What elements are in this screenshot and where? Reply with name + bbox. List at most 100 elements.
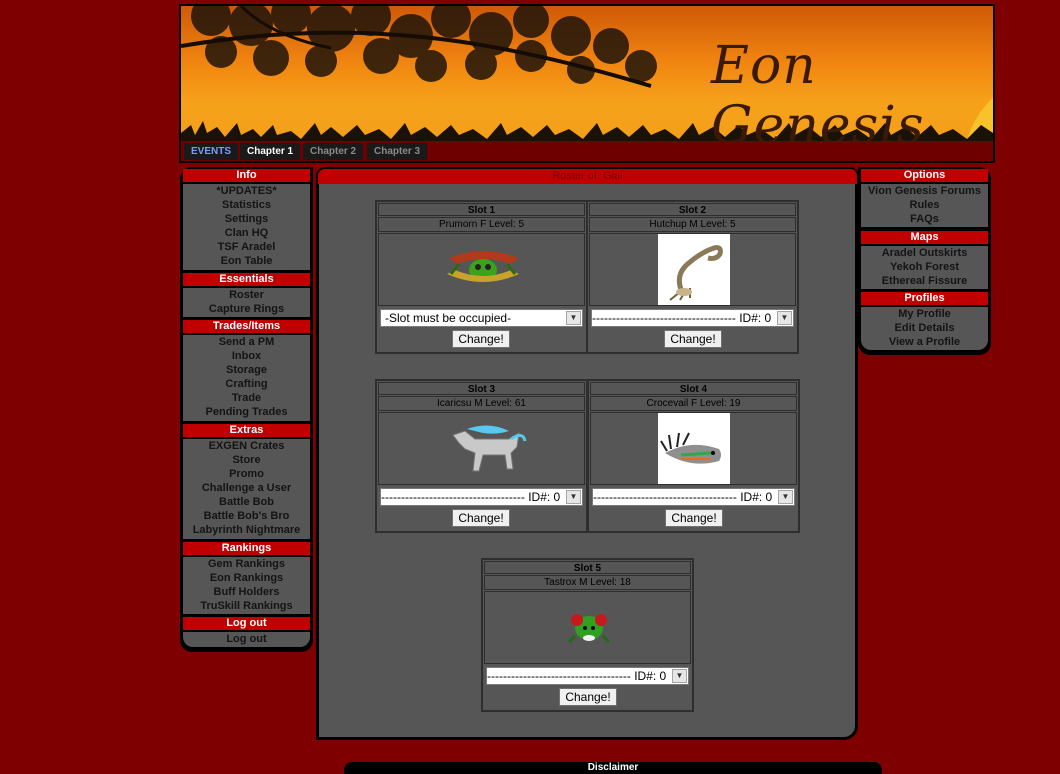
change-button[interactable]: Change! bbox=[664, 330, 722, 348]
maps-section: Aradel Outskirts Yekoh Forest Ethereal F… bbox=[861, 246, 988, 289]
sidebar-item-battle-bobs-bro[interactable]: Battle Bob's Bro bbox=[183, 509, 310, 523]
sidebar-item-roster[interactable]: Roster bbox=[183, 288, 310, 302]
sidebar-item-logout[interactable]: Log out bbox=[183, 632, 310, 646]
slot-title: Slot 4 bbox=[590, 382, 797, 395]
sidebar-item-send-pm[interactable]: Send a PM bbox=[183, 335, 310, 349]
change-button[interactable]: Change! bbox=[559, 688, 617, 706]
options-section-title: Options bbox=[861, 169, 988, 182]
change-button[interactable]: Change! bbox=[452, 509, 510, 527]
trades-section: Send a PM Inbox Storage Crafting Trade P… bbox=[183, 335, 310, 421]
sidebar-item-gem-rankings[interactable]: Gem Rankings bbox=[183, 557, 310, 571]
chevron-down-icon: ▼ bbox=[672, 669, 687, 683]
sidebar-item-forums[interactable]: Vion Genesis Forums bbox=[861, 184, 988, 198]
sidebar-item-my-profile[interactable]: My Profile bbox=[861, 307, 988, 321]
sidebar-item-rules[interactable]: Rules bbox=[861, 198, 988, 212]
slot-select[interactable]: ------------------------------------ ID#… bbox=[591, 309, 794, 327]
sidebar-item-promo[interactable]: Promo bbox=[183, 467, 310, 481]
disclaimer-heading: Disclaimer bbox=[344, 762, 882, 774]
scorpion-sprite bbox=[658, 234, 730, 305]
roster-slot-4: Slot 4 Crocevail F Level: 19 -----------… bbox=[587, 379, 800, 533]
sidebar-item-ethereal-fissure[interactable]: Ethereal Fissure bbox=[861, 274, 988, 288]
slot-select[interactable]: ------------------------------------ ID#… bbox=[380, 488, 583, 506]
sidebar-item-pending-trades[interactable]: Pending Trades bbox=[183, 405, 310, 419]
tab-events[interactable]: EVENTS bbox=[184, 143, 239, 160]
sidebar-item-edit-details[interactable]: Edit Details bbox=[861, 321, 988, 335]
sidebar-item-challenge-user[interactable]: Challenge a User bbox=[183, 481, 310, 495]
extras-section-title: Extras bbox=[183, 424, 310, 437]
sidebar-item-exgen-crates[interactable]: EXGEN Crates bbox=[183, 439, 310, 453]
sidebar-item-truskill-rankings[interactable]: TruSkill Rankings bbox=[183, 599, 310, 613]
slot-image bbox=[484, 591, 691, 664]
tab-chapter-3[interactable]: Chapter 3 bbox=[367, 143, 428, 160]
sidebar-item-tsf-aradel[interactable]: TSF Aradel bbox=[183, 240, 310, 254]
options-section: Vion Genesis Forums Rules FAQs bbox=[861, 184, 988, 227]
logout-section: Log out bbox=[183, 632, 310, 647]
slot-info: Tastrox M Level: 18 bbox=[484, 575, 691, 590]
green-crab-sprite bbox=[447, 251, 519, 282]
sidebar-item-aradel-outskirts[interactable]: Aradel Outskirts bbox=[861, 246, 988, 260]
left-sidebar: Info *UPDATES* Statistics Settings Clan … bbox=[180, 167, 313, 652]
slot-select[interactable]: ------------------------------------ ID#… bbox=[592, 488, 795, 506]
rankings-section-title: Rankings bbox=[183, 542, 310, 555]
sidebar-item-clan-hq[interactable]: Clan HQ bbox=[183, 226, 310, 240]
roster-slot-2: Slot 2 Hutchup M Level: 5 --------------… bbox=[586, 200, 799, 354]
slot-title: Slot 1 bbox=[378, 203, 585, 216]
roster-panel: Slot 1 Prumorn F Level: 5 -Slot must be … bbox=[316, 184, 858, 740]
chevron-down-icon: ▼ bbox=[566, 311, 581, 325]
chapter-bar: EVENTS Chapter 1 Chapter 2 Chapter 3 bbox=[179, 141, 995, 163]
slot-title: Slot 3 bbox=[378, 382, 585, 395]
slot-select[interactable]: ------------------------------------ ID#… bbox=[486, 667, 689, 685]
profiles-section: My Profile Edit Details View a Profile bbox=[861, 307, 988, 350]
slot-info: Crocevail F Level: 19 bbox=[590, 396, 797, 411]
slot-select[interactable]: -Slot must be occupied- ▼ bbox=[380, 309, 583, 327]
sidebar-item-eon-table[interactable]: Eon Table bbox=[183, 254, 310, 268]
slot-select-value: -Slot must be occupied- bbox=[385, 311, 512, 325]
slot-image bbox=[590, 412, 797, 485]
site-logo[interactable]: Eon Genesis bbox=[711, 36, 993, 143]
green-bug-sprite bbox=[567, 614, 611, 644]
sidebar-item-updates[interactable]: *UPDATES* bbox=[183, 184, 310, 198]
sidebar-item-faqs[interactable]: FAQs bbox=[861, 212, 988, 226]
sidebar-item-storage[interactable]: Storage bbox=[183, 363, 310, 377]
sidebar-item-battle-bob[interactable]: Battle Bob bbox=[183, 495, 310, 509]
change-button[interactable]: Change! bbox=[665, 509, 723, 527]
tab-chapter-1[interactable]: Chapter 1 bbox=[240, 143, 301, 160]
info-section: *UPDATES* Statistics Settings Clan HQ TS… bbox=[183, 184, 310, 270]
sidebar-item-crafting[interactable]: Crafting bbox=[183, 377, 310, 391]
roster-slot-5: Slot 5 Tastrox M Level: 18 -------------… bbox=[481, 558, 694, 712]
info-section-title: Info bbox=[183, 169, 310, 182]
roster-slot-1: Slot 1 Prumorn F Level: 5 -Slot must be … bbox=[375, 200, 588, 354]
change-button[interactable]: Change! bbox=[452, 330, 510, 348]
sidebar-item-settings[interactable]: Settings bbox=[183, 212, 310, 226]
chevron-down-icon: ▼ bbox=[777, 311, 792, 325]
sidebar-item-capture-rings[interactable]: Capture Rings bbox=[183, 302, 310, 316]
sidebar-item-buff-holders[interactable]: Buff Holders bbox=[183, 585, 310, 599]
slot-info: Hutchup M Level: 5 bbox=[589, 217, 796, 232]
right-sidebar: Options Vion Genesis Forums Rules FAQs M… bbox=[858, 167, 991, 355]
sidebar-item-inbox[interactable]: Inbox bbox=[183, 349, 310, 363]
slot-select-value: ------------------------------------ ID#… bbox=[487, 669, 667, 683]
slot-select-value: ------------------------------------ ID#… bbox=[592, 311, 772, 325]
slot-title: Slot 2 bbox=[589, 203, 796, 216]
sidebar-item-view-profile[interactable]: View a Profile bbox=[861, 335, 988, 349]
slot-image bbox=[378, 412, 585, 485]
site-banner: Eon Genesis bbox=[179, 4, 995, 143]
chevron-down-icon: ▼ bbox=[566, 490, 581, 504]
trades-section-title: Trades/Items bbox=[183, 320, 310, 333]
profiles-section-title: Profiles bbox=[861, 292, 988, 305]
rankings-section: Gem Rankings Eon Rankings Buff Holders T… bbox=[183, 557, 310, 614]
tab-chapter-2[interactable]: Chapter 2 bbox=[303, 143, 364, 160]
sidebar-item-store[interactable]: Store bbox=[183, 453, 310, 467]
slot-select-value: ------------------------------------ ID#… bbox=[381, 490, 561, 504]
fish-sprite bbox=[658, 413, 730, 484]
roster-slot-3: Slot 3 Icaricsu M Level: 61 ------------… bbox=[375, 379, 588, 533]
sidebar-item-labyrinth-nightmare[interactable]: Labyrinth Nightmare bbox=[183, 523, 310, 537]
sidebar-item-yekoh-forest[interactable]: Yekoh Forest bbox=[861, 260, 988, 274]
logout-section-title: Log out bbox=[183, 617, 310, 630]
roster-title: Roster of: Glai bbox=[316, 167, 859, 184]
sidebar-item-statistics[interactable]: Statistics bbox=[183, 198, 310, 212]
slot-title: Slot 5 bbox=[484, 561, 691, 574]
sidebar-item-trade[interactable]: Trade bbox=[183, 391, 310, 405]
sidebar-item-eon-rankings[interactable]: Eon Rankings bbox=[183, 571, 310, 585]
maps-section-title: Maps bbox=[861, 231, 988, 244]
